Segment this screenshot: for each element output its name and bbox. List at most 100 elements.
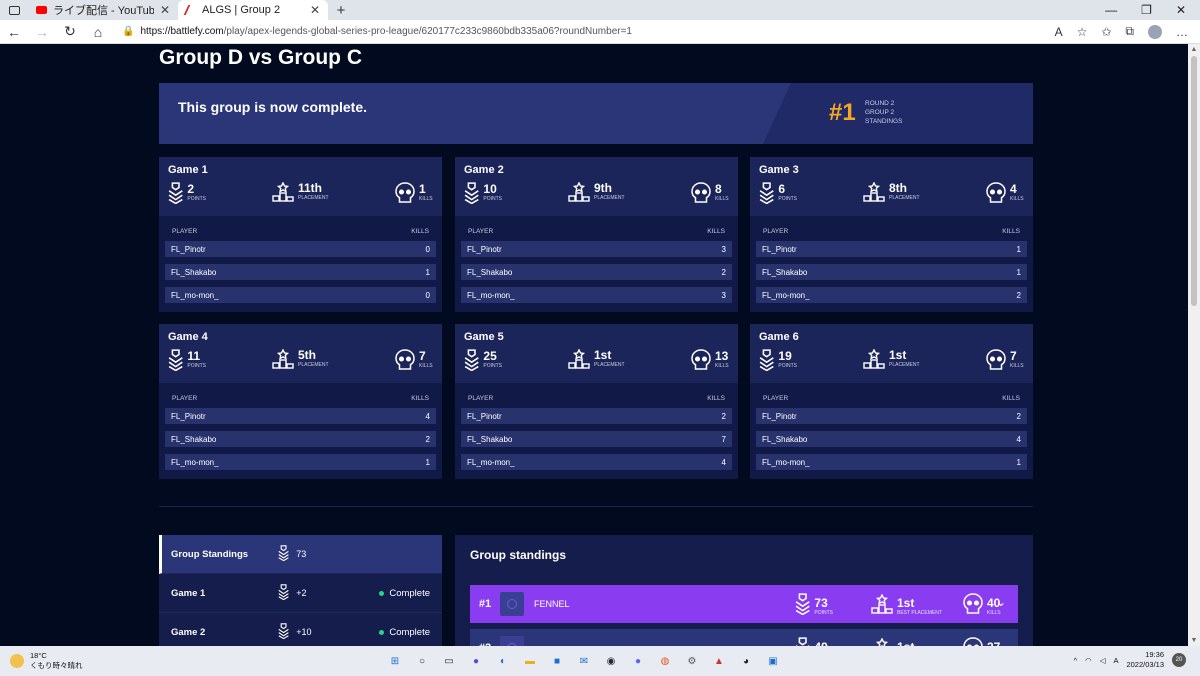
task-view-icon[interactable]: ▭ [440, 652, 458, 670]
maximize-icon[interactable]: ❐ [1141, 3, 1152, 17]
explorer-icon[interactable]: ▬ [521, 652, 539, 670]
edge-icon[interactable]: ◐ [494, 652, 512, 670]
minimize-icon[interactable]: — [1105, 3, 1117, 17]
standings-nav-item-game-2[interactable]: Game 2 +10 Complete [159, 613, 442, 646]
clock[interactable]: 19:36 2022/03/13 [1126, 650, 1164, 670]
url-field[interactable]: 🔒 https://battlefy.com/play/apex-legends… [112, 26, 1055, 37]
player-row: FL_Shakabo 1 [756, 264, 1027, 280]
player-row: FL_Pinotr 3 [461, 241, 732, 257]
team-row[interactable]: #1 FENNEL 73 POINTS 1st BEST PLACEMENT 40 K… [470, 585, 1018, 623]
steam-icon[interactable]: ◉ [602, 652, 620, 670]
close-window-icon[interactable]: ✕ [1176, 3, 1186, 17]
placement-stat: 8th PLACEMENT [863, 182, 920, 202]
favorite-star-icon[interactable]: ☆ [1077, 25, 1088, 39]
settings-gear-icon[interactable]: ⚙ [683, 652, 701, 670]
tab-algs-group2[interactable]: ALGS | Group 2 ✕ [178, 0, 328, 20]
lock-icon[interactable]: 🔒 [122, 26, 134, 37]
placement-value: 9th [594, 181, 612, 195]
points-icon [278, 623, 289, 641]
placement-stat: 11th PLACEMENT [272, 182, 329, 202]
weather-widget[interactable]: 18°C くもり時々晴れ [0, 651, 200, 671]
new-tab-button[interactable]: + [328, 2, 354, 19]
tab-youtube-studio[interactable]: ライブ配信 - YouTube Studio ✕ [28, 0, 178, 20]
origin-icon[interactable]: ◍ [656, 652, 674, 670]
team-placement-value: 1st [897, 595, 915, 610]
close-icon[interactable]: ✕ [310, 3, 320, 17]
skull-icon [691, 349, 711, 371]
back-icon[interactable]: ← [0, 24, 28, 40]
points-label: POINTS [187, 363, 207, 369]
player-table-header: PLAYER KILLS [468, 228, 725, 235]
player-name: FL_Shakabo [467, 267, 513, 277]
team-row[interactable]: #2 49POINTS 1stBEST PLACEMENT 27KILLS ⌄ [470, 629, 1018, 646]
search-icon[interactable]: ○ [413, 652, 431, 670]
discord-icon[interactable]: ● [629, 652, 647, 670]
player-row: FL_mo-mon_ 3 [461, 287, 732, 303]
store-icon[interactable]: ■ [548, 652, 566, 670]
favorites-icon[interactable]: ✩ [1101, 25, 1111, 39]
collections-icon[interactable]: ⧉ [1125, 24, 1134, 39]
chevron-down-icon[interactable]: ⌄ [996, 595, 1006, 609]
wifi-icon[interactable]: ◠ [1085, 656, 1092, 665]
kills-label: KILLS [715, 363, 729, 369]
page-scrollbar[interactable]: ▲ ▼ [1188, 44, 1200, 646]
chevron-down-icon[interactable]: ⌄ [996, 639, 1006, 646]
game-card: Game 1 2 POINTS 11th PLACEMENT 1 KILLS P… [159, 157, 442, 312]
player-row: FL_Shakabo 1 [165, 264, 436, 280]
tab-title: ALGS | Group 2 [202, 4, 281, 16]
points-icon [278, 584, 289, 602]
refresh-icon[interactable]: ↻ [56, 23, 84, 40]
weather-text: くもり時々晴れ [30, 661, 83, 670]
close-icon[interactable]: ✕ [160, 3, 170, 17]
banner-rank: #1 [829, 99, 856, 126]
scroll-down-icon[interactable]: ▼ [1188, 637, 1200, 644]
game-card: Game 3 6 POINTS 8th PLACEMENT 4 KILLS PL… [750, 157, 1033, 312]
placement-podium-icon [871, 637, 893, 646]
notification-badge[interactable]: 20 [1172, 653, 1186, 667]
player-row: FL_Shakabo 7 [461, 431, 732, 447]
obs-icon[interactable]: ◕ [737, 652, 755, 670]
team-placement-stat: 1stBEST PLACEMENT [871, 593, 963, 620]
scroll-up-icon[interactable]: ▲ [1188, 46, 1200, 53]
scrollbar-thumb[interactable] [1191, 56, 1197, 306]
forward-icon[interactable]: → [28, 24, 56, 40]
game-card-header: Game 5 25 POINTS 1st PLACEMENT 13 KILLS [455, 324, 738, 383]
kills-stat: 8 KILLS [691, 182, 729, 204]
nav-item-label: Game 2 [171, 626, 206, 638]
placement-value: 5th [298, 348, 316, 362]
placement-podium-icon [272, 182, 294, 202]
volume-icon[interactable]: ◁ [1100, 656, 1106, 665]
banner-meta: ROUND 2 GROUP 2 STANDINGS [865, 100, 903, 125]
chevron-up-icon[interactable]: ^ [1074, 656, 1078, 665]
game-card: Game 6 19 POINTS 1st PLACEMENT 7 KILLS P… [750, 324, 1033, 479]
team-placement-stat: 1stBEST PLACEMENT [871, 637, 963, 646]
placement-value: 1st [889, 348, 907, 362]
avatar[interactable] [1148, 24, 1162, 39]
read-aloud-icon[interactable]: A [1055, 25, 1063, 39]
standings-nav-item-game-1[interactable]: Game 1 +2 Complete [159, 574, 442, 613]
home-icon[interactable]: ⌂ [84, 24, 112, 40]
player-row: FL_Shakabo 4 [756, 431, 1027, 447]
player-column-header: PLAYER [763, 395, 789, 402]
placement-stat: 5th PLACEMENT [272, 349, 329, 369]
start-icon[interactable]: ⊞ [386, 652, 404, 670]
language-icon[interactable]: A [1113, 656, 1118, 665]
player-name: FL_Pinotr [171, 244, 206, 254]
player-kills: 1 [425, 267, 430, 277]
window-controls: — ❐ ✕ [1105, 3, 1200, 17]
standings-nav-item-group-standings[interactable]: Group Standings 73 [159, 535, 442, 574]
placement-podium-icon [272, 349, 294, 369]
chat-icon[interactable]: ● [467, 652, 485, 670]
tab-actions-icon[interactable] [0, 0, 28, 20]
player-kills: 3 [721, 290, 726, 300]
more-icon[interactable]: … [1176, 25, 1188, 39]
points-icon [795, 637, 810, 646]
algs-icon [183, 5, 199, 15]
photos-icon[interactable]: ▣ [764, 652, 782, 670]
apex-icon[interactable]: ▲ [710, 652, 728, 670]
mail-icon[interactable]: ✉ [575, 652, 593, 670]
player-row: FL_Shakabo 2 [461, 264, 732, 280]
complete-dot-icon [379, 590, 385, 596]
nav-item-label: Game 1 [171, 587, 206, 599]
browser-tab-bar: ライブ配信 - YouTube Studio ✕ ALGS | Group 2 … [0, 0, 1200, 20]
